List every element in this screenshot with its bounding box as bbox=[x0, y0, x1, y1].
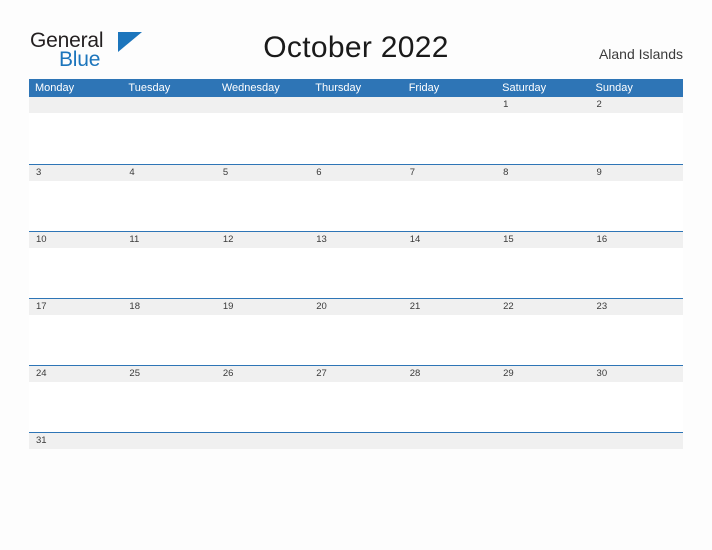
day-cell[interactable]: 27 bbox=[309, 366, 402, 382]
week-number-band: 17 18 19 20 21 22 23 bbox=[29, 299, 683, 315]
weekday-header-monday: Monday bbox=[35, 82, 75, 94]
day-cell[interactable]: 17 bbox=[29, 299, 122, 315]
day-cell[interactable]: 10 bbox=[29, 232, 122, 248]
day-cell[interactable]: 1 bbox=[496, 97, 589, 113]
day-cell[interactable]: 15 bbox=[496, 232, 589, 248]
week-note-area[interactable] bbox=[29, 315, 683, 366]
page-header: General Blue October 2022 Aland Islands bbox=[0, 0, 712, 78]
day-cell[interactable]: 11 bbox=[122, 232, 215, 248]
day-cell[interactable] bbox=[403, 97, 496, 113]
day-cell[interactable]: 4 bbox=[122, 165, 215, 181]
week-number-band: 31 bbox=[29, 433, 683, 449]
day-cell[interactable]: 13 bbox=[309, 232, 402, 248]
day-cell[interactable]: 25 bbox=[122, 366, 215, 382]
day-cell[interactable]: 6 bbox=[309, 165, 402, 181]
day-cell[interactable]: 19 bbox=[216, 299, 309, 315]
day-cell[interactable]: 5 bbox=[216, 165, 309, 181]
week-note-area[interactable] bbox=[29, 181, 683, 232]
day-cell[interactable] bbox=[590, 433, 683, 449]
day-cell[interactable] bbox=[309, 97, 402, 113]
week-number-band: 3 4 5 6 7 8 9 bbox=[29, 165, 683, 181]
day-cell[interactable]: 30 bbox=[590, 366, 683, 382]
day-cell[interactable]: 24 bbox=[29, 366, 122, 382]
calendar-week-row: 10 11 12 13 14 15 16 bbox=[29, 231, 683, 299]
day-cell[interactable]: 7 bbox=[403, 165, 496, 181]
day-cell[interactable]: 22 bbox=[496, 299, 589, 315]
week-number-band: 10 11 12 13 14 15 16 bbox=[29, 232, 683, 248]
day-cell[interactable] bbox=[122, 97, 215, 113]
week-note-area[interactable] bbox=[29, 113, 683, 164]
week-note-area[interactable] bbox=[29, 248, 683, 299]
locale-label: Aland Islands bbox=[598, 46, 683, 62]
calendar-table: Monday Tuesday Wednesday Thursday Friday… bbox=[29, 79, 683, 499]
day-cell[interactable]: 23 bbox=[590, 299, 683, 315]
weekday-header-wednesday: Wednesday bbox=[221, 82, 280, 94]
week-number-band: 24 25 26 27 28 29 30 bbox=[29, 366, 683, 382]
day-cell[interactable]: 2 bbox=[590, 97, 683, 113]
weekday-header-friday: Friday bbox=[408, 82, 440, 94]
day-cell[interactable]: 28 bbox=[403, 366, 496, 382]
week-note-area[interactable] bbox=[29, 382, 683, 433]
day-cell[interactable]: 26 bbox=[216, 366, 309, 382]
day-cell[interactable] bbox=[496, 433, 589, 449]
day-cell[interactable] bbox=[29, 97, 122, 113]
day-cell[interactable]: 8 bbox=[496, 165, 589, 181]
day-cell[interactable]: 18 bbox=[122, 299, 215, 315]
day-cell[interactable] bbox=[216, 433, 309, 449]
day-cell[interactable]: 29 bbox=[496, 366, 589, 382]
day-cell[interactable]: 16 bbox=[590, 232, 683, 248]
day-cell[interactable]: 20 bbox=[309, 299, 402, 315]
weekday-header-tuesday: Tuesday bbox=[128, 82, 171, 94]
day-cell[interactable] bbox=[309, 433, 402, 449]
week-number-band: 1 2 bbox=[29, 97, 683, 113]
weekday-header-thursday: Thursday bbox=[315, 82, 362, 94]
calendar-week-row: 31 bbox=[29, 432, 683, 499]
calendar-week-row: 1 2 bbox=[29, 97, 683, 164]
week-note-area[interactable] bbox=[29, 449, 683, 499]
weekday-header-sunday: Sunday bbox=[595, 82, 633, 94]
day-cell[interactable]: 3 bbox=[29, 165, 122, 181]
day-cell[interactable]: 9 bbox=[590, 165, 683, 181]
day-cell[interactable] bbox=[122, 433, 215, 449]
calendar-week-row: 3 4 5 6 7 8 9 bbox=[29, 164, 683, 232]
calendar-page: General Blue October 2022 Aland Islands … bbox=[0, 0, 712, 550]
day-cell[interactable] bbox=[216, 97, 309, 113]
calendar-week-row: 24 25 26 27 28 29 30 bbox=[29, 365, 683, 433]
day-cell[interactable] bbox=[403, 433, 496, 449]
day-cell[interactable]: 12 bbox=[216, 232, 309, 248]
day-cell[interactable]: 21 bbox=[403, 299, 496, 315]
day-cell[interactable]: 31 bbox=[29, 433, 122, 449]
calendar-week-row: 17 18 19 20 21 22 23 bbox=[29, 298, 683, 366]
day-cell[interactable]: 14 bbox=[403, 232, 496, 248]
weekday-header-row: Monday Tuesday Wednesday Thursday Friday… bbox=[29, 79, 683, 97]
weekday-header-saturday: Saturday bbox=[502, 82, 547, 94]
